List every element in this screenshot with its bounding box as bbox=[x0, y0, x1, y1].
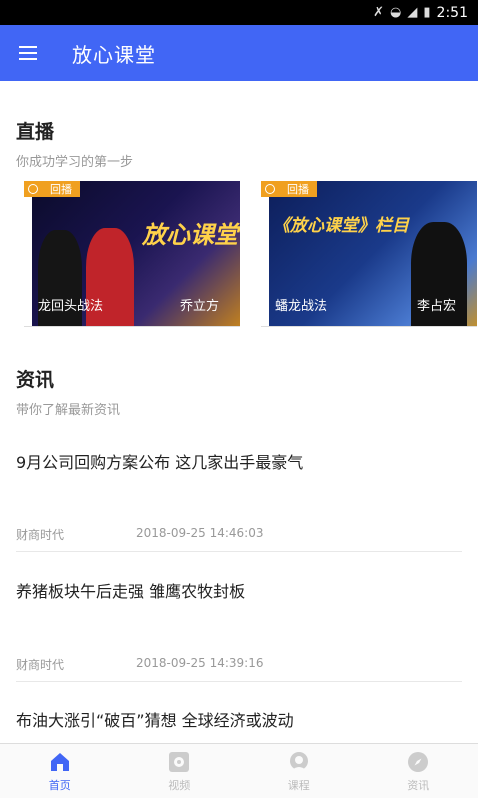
news-source: 财商时代 bbox=[16, 528, 65, 542]
news-item[interactable]: 9月公司回购方案公布 这几家出手最豪气 财商时代 2018-09-25 14:4… bbox=[16, 449, 462, 552]
bluetooth-icon: ✗ bbox=[373, 5, 385, 20]
compass-icon bbox=[406, 750, 430, 774]
replay-icon bbox=[265, 184, 275, 194]
replay-badge: 回播 bbox=[261, 181, 317, 197]
card-presenter-name: 乔立方 bbox=[180, 299, 220, 314]
news-meta: 财商时代 2018-09-25 14:46:03 bbox=[16, 526, 263, 543]
live-section-title: 直播 bbox=[16, 121, 55, 143]
live-card-2[interactable]: 《放心课堂》栏目 回播 蟠龙战法 李占宏 bbox=[261, 181, 477, 327]
live-card-1[interactable]: 放心课堂 回播 龙回头战法 乔立方 bbox=[24, 181, 240, 327]
video-icon bbox=[167, 750, 191, 774]
signal-icon: ◢ bbox=[407, 5, 418, 20]
bottom-nav: 首页 视频 课程 资讯 bbox=[0, 743, 478, 798]
wifi-icon: ◒ bbox=[390, 5, 402, 20]
nav-news-label: 资讯 bbox=[407, 778, 430, 792]
news-date: 2018-09-25 14:46:03 bbox=[136, 526, 264, 540]
news-title: 9月公司回购方案公布 这几家出手最豪气 bbox=[16, 453, 304, 472]
app-title: 放心课堂 bbox=[72, 42, 156, 67]
main-content[interactable]: 直播 你成功学习的第一步 放心课堂 回播 龙回头战法 乔立方 《放心课堂》栏目 … bbox=[0, 81, 478, 743]
nav-news[interactable]: 资讯 bbox=[359, 744, 478, 798]
replay-icon bbox=[28, 184, 38, 194]
news-section-subtitle: 带你了解最新资讯 bbox=[16, 403, 121, 418]
nav-video-label: 视频 bbox=[168, 778, 191, 792]
card-label: 龙回头战法 bbox=[38, 299, 104, 314]
nav-course-label: 课程 bbox=[287, 778, 310, 792]
app-bar: 放心课堂 bbox=[0, 25, 478, 81]
replay-badge: 回播 bbox=[24, 181, 80, 197]
news-item[interactable]: 布油大涨引“破百”猜想 全球经济或波动 bbox=[16, 707, 462, 743]
card-label: 蟠龙战法 bbox=[275, 299, 328, 314]
nav-video[interactable]: 视频 bbox=[120, 744, 240, 798]
news-item[interactable]: 养猪板块午后走强 雏鹰农牧封板 财商时代 2018-09-25 14:39:16 bbox=[16, 578, 462, 682]
status-time: 2:51 bbox=[436, 4, 468, 21]
hamburger-icon bbox=[19, 46, 37, 60]
home-icon bbox=[48, 750, 72, 774]
course-icon bbox=[287, 750, 311, 774]
news-title: 布油大涨引“破百”猜想 全球经济或波动 bbox=[16, 711, 294, 730]
news-section-title: 资讯 bbox=[16, 369, 55, 391]
card-headline: 《放心课堂》栏目 bbox=[273, 216, 409, 236]
news-date: 2018-09-25 14:39:16 bbox=[136, 656, 264, 670]
battery-icon: ▮ bbox=[423, 5, 431, 20]
status-bar: ✗ ◒ ◢ ▮ 2:51 bbox=[0, 0, 478, 25]
menu-button[interactable] bbox=[0, 25, 56, 81]
news-source: 财商时代 bbox=[16, 658, 65, 672]
card-headline: 放心课堂 bbox=[142, 221, 238, 249]
news-meta: 财商时代 2018-09-25 14:39:16 bbox=[16, 656, 263, 673]
card-presenter-name: 李占宏 bbox=[417, 299, 457, 314]
live-section-subtitle: 你成功学习的第一步 bbox=[16, 155, 134, 170]
nav-home[interactable]: 首页 bbox=[0, 744, 120, 798]
nav-home-label: 首页 bbox=[48, 778, 71, 792]
news-title: 养猪板块午后走强 雏鹰农牧封板 bbox=[16, 582, 246, 601]
nav-course[interactable]: 课程 bbox=[239, 744, 359, 798]
